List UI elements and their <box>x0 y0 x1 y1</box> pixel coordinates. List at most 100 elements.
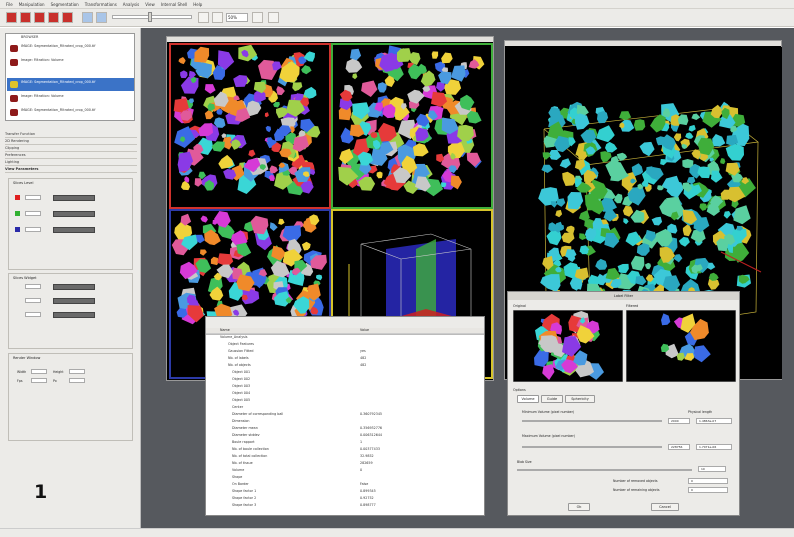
px-spin[interactable] <box>69 378 85 383</box>
tree-row-name[interactable]: Nb. of tissue <box>232 461 253 465</box>
menu-internal-shell[interactable]: Internal Shell <box>161 2 187 7</box>
min-volume-slider[interactable] <box>522 420 662 422</box>
window-title-bar[interactable] <box>505 41 781 46</box>
section-2d-rendering[interactable]: 2D Rendering <box>5 139 137 145</box>
slice-slider-handle[interactable] <box>148 12 152 22</box>
y-bar[interactable] <box>53 298 95 304</box>
tree-row-name[interactable]: Nb. of objects <box>228 363 251 367</box>
zoom-fit-icon[interactable] <box>252 12 263 23</box>
redo-icon[interactable] <box>96 12 107 23</box>
blob-size-field[interactable]: 10 <box>698 466 726 472</box>
blue-level-bar[interactable] <box>53 227 95 233</box>
save-icon[interactable] <box>20 12 31 23</box>
menu-help[interactable]: Help <box>193 2 202 7</box>
z-spin[interactable] <box>25 312 41 317</box>
tree-row-name[interactable]: Volume_Analysis <box>220 335 248 339</box>
tab-sphericity[interactable]: Sphericity <box>565 395 595 403</box>
sagittal-slice-view[interactable] <box>331 43 493 209</box>
green-swatch <box>15 211 20 216</box>
green-level-bar[interactable] <box>53 211 95 217</box>
tab-guide[interactable]: Guide <box>541 395 563 403</box>
export-icon[interactable] <box>34 12 45 23</box>
tree-row-name[interactable]: Object 004 <box>232 391 250 395</box>
menu-analysis[interactable]: Analysis <box>123 2 139 7</box>
width-spin[interactable] <box>31 369 47 374</box>
object-icon <box>10 45 18 52</box>
blue-level-spin[interactable] <box>25 227 41 232</box>
green-level-spin[interactable] <box>25 211 41 216</box>
tool-icon[interactable] <box>268 12 279 23</box>
tree-row-name[interactable]: Object Features <box>228 342 254 346</box>
menu-view[interactable]: View <box>145 2 155 7</box>
min-physical-field[interactable]: 1.4863e-07 <box>696 418 732 424</box>
tree-row-name[interactable]: Gaussian Fitted <box>228 349 253 353</box>
undo-icon[interactable] <box>82 12 93 23</box>
tree-row-name[interactable]: Diameter stddev <box>232 433 260 437</box>
cancel-button[interactable]: Cancel <box>651 503 679 511</box>
tree-row-value: 482 <box>360 363 367 367</box>
tab-volume[interactable]: Volume <box>517 395 539 403</box>
delete-icon[interactable] <box>62 12 73 23</box>
open-icon[interactable] <box>6 12 17 23</box>
close-icon[interactable] <box>48 12 59 23</box>
section-transfer-function[interactable]: Transfer Function <box>5 132 137 138</box>
tree-row-name[interactable]: Diameter of corresponding ball <box>232 412 283 416</box>
tree-row-name[interactable]: Object 001 <box>232 370 250 374</box>
slice-slider[interactable] <box>112 15 192 19</box>
axial-slice-view[interactable] <box>169 43 331 209</box>
tree-row-name[interactable]: Boule rapport <box>232 440 255 444</box>
object-list[interactable]: BROWSER IMAGE: Segmentation_Filtrated_cr… <box>5 33 135 121</box>
menu-transformations[interactable]: Transformations <box>85 2 117 7</box>
properties-tree[interactable]: Volume_Analysis Object Features Gaussian F… <box>206 335 484 515</box>
max-physical-field[interactable]: 1.7071e-06 <box>696 444 732 450</box>
fps-spin[interactable] <box>31 378 47 383</box>
tree-row-name[interactable]: Nb. of labels <box>228 356 249 360</box>
menu-manipulation[interactable]: Manipulation <box>19 2 45 7</box>
blob-size-slider[interactable] <box>517 469 692 471</box>
list-item[interactable]: IMAGE: Segmentation_Filtrated_crop_000.t… <box>7 42 134 55</box>
list-item-selected[interactable]: IMAGE: Segmentation_Filtrated_crop_000.t… <box>7 78 134 91</box>
y-spin[interactable] <box>25 298 41 303</box>
zoom-out-icon[interactable] <box>212 12 223 23</box>
section-clipping[interactable]: Clipping <box>5 146 137 152</box>
tree-row-name[interactable]: Nb. of total collection <box>232 454 267 458</box>
tree-row-name[interactable]: Shape <box>232 475 242 479</box>
tree-row-name[interactable]: On Border <box>232 482 249 486</box>
section-preferences[interactable]: Preferences <box>5 153 137 159</box>
tree-row-name[interactable]: Volume <box>232 468 244 472</box>
tree-row-name[interactable]: Center <box>232 405 243 409</box>
list-item[interactable]: IMAGE: Segmentation_Filtrated_crop_000.t… <box>7 106 134 119</box>
tree-row-name[interactable]: Object 003 <box>232 384 250 388</box>
min-volume-field[interactable]: 2000 <box>668 418 690 424</box>
dialog-title[interactable]: Label Filter <box>508 292 739 300</box>
tree-row-name[interactable]: Object 002 <box>232 377 250 381</box>
value-column-header[interactable]: Value <box>360 328 369 332</box>
max-volume-field[interactable]: 228756 <box>668 444 690 450</box>
section-lighting[interactable]: Lighting <box>5 160 137 166</box>
x-bar[interactable] <box>53 284 95 290</box>
height-spin[interactable] <box>69 369 85 374</box>
red-level-spin[interactable] <box>25 195 41 200</box>
x-spin[interactable] <box>25 284 41 289</box>
tree-row-name[interactable]: Shape factor 3 <box>232 503 256 507</box>
zoom-in-icon[interactable] <box>198 12 209 23</box>
zoom-field[interactable]: 50% <box>226 13 248 22</box>
tree-row-name[interactable]: Dimension <box>232 419 250 423</box>
name-column-header[interactable]: Name <box>220 328 230 332</box>
tree-row-name[interactable]: Object 005 <box>232 398 250 402</box>
tree-row-name[interactable]: Shape factor 1 <box>232 489 256 493</box>
max-volume-slider[interactable] <box>522 446 662 448</box>
ok-button[interactable]: Ok <box>568 503 590 511</box>
section-view-parameters[interactable]: View Parameters <box>5 167 137 173</box>
tree-row-name[interactable]: Shape factor 2 <box>232 496 256 500</box>
menu-file[interactable]: File <box>6 2 13 7</box>
menu-segmentation[interactable]: Segmentation <box>51 2 79 7</box>
list-item[interactable]: Image: Filtration: Volume <box>7 56 134 69</box>
list-item[interactable]: Image: Filtration: Volume <box>7 92 134 105</box>
window-title-bar[interactable] <box>167 37 493 42</box>
tree-row-name[interactable]: Diameter mean <box>232 426 258 430</box>
list-item[interactable]: BROWSER <box>7 34 134 41</box>
z-bar[interactable] <box>53 312 95 318</box>
tree-row-name[interactable]: Nb. of boule collection <box>232 447 269 451</box>
red-level-bar[interactable] <box>53 195 95 201</box>
